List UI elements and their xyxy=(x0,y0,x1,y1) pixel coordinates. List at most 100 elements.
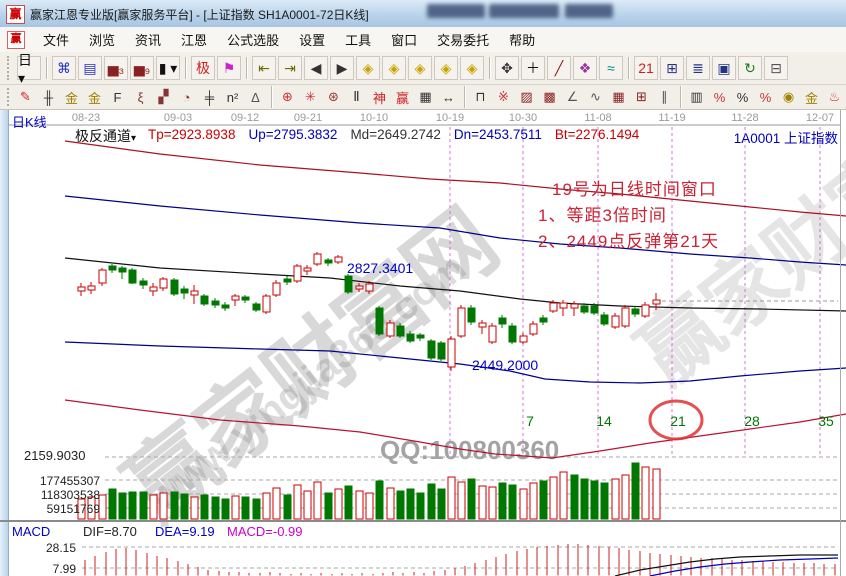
menu-item-1[interactable]: 浏览 xyxy=(79,27,125,52)
calculator-button[interactable]: ⊞ xyxy=(660,56,684,80)
stats-tool[interactable]: ▥ xyxy=(686,87,707,107)
percent-flag-tool[interactable]: % xyxy=(709,87,730,107)
refresh-button[interactable]: ↻ xyxy=(738,56,762,80)
report-button[interactable]: ≣ xyxy=(686,56,710,80)
starburst-tool[interactable]: ✳ xyxy=(300,87,321,107)
gold-line-tool[interactable]: 金 xyxy=(801,87,822,107)
kline-chart[interactable] xyxy=(0,110,846,576)
n2-tool[interactable]: n² xyxy=(222,87,243,107)
toolbar-drag-handle-2[interactable] xyxy=(7,88,11,106)
segment-tool-button[interactable]: ╱ xyxy=(547,56,571,80)
frame-grid-tool[interactable]: ⊞ xyxy=(631,87,652,107)
app-icon: 赢 xyxy=(6,5,25,24)
diamond-expand-button[interactable]: ◈ xyxy=(408,56,432,80)
gate-tool[interactable]: ⊓ xyxy=(470,87,491,107)
gold-grid-2-tool[interactable]: 金 xyxy=(84,87,105,107)
spiral-tool[interactable]: ξ xyxy=(130,87,151,107)
menu-item-6[interactable]: 工具 xyxy=(335,27,381,52)
jump-last-button[interactable]: ⇥ xyxy=(278,56,302,80)
frame-tool[interactable]: ▦ xyxy=(415,87,436,107)
redacted-text-blob xyxy=(427,4,485,18)
pencil-tool[interactable]: ✎ xyxy=(15,87,36,107)
diamond-center-button[interactable]: ◈ xyxy=(460,56,484,80)
gann-grid-tool[interactable]: ╫ xyxy=(38,87,59,107)
diamond-next-button[interactable]: ◈ xyxy=(382,56,406,80)
menu-item-4[interactable]: 公式选股 xyxy=(217,27,289,52)
step-back-button[interactable]: ◀ xyxy=(304,56,328,80)
toolbar-separator xyxy=(246,57,247,79)
window-right-border xyxy=(840,110,841,576)
annotation-line-1: 19号为日线时间窗口 xyxy=(552,175,717,200)
clock-tool[interactable]: ◔ xyxy=(176,87,197,107)
percent-tool[interactable]: % xyxy=(732,87,753,107)
line-manager-button[interactable]: ≈ xyxy=(599,56,623,80)
gold-circle-tool[interactable]: ◉ xyxy=(778,87,799,107)
candle-style-button[interactable]: ▮ ▾ xyxy=(156,56,180,80)
toolbar-separator xyxy=(271,86,272,108)
menu-item-7[interactable]: 窗口 xyxy=(381,27,427,52)
hydrant-tool[interactable]: ♨ xyxy=(824,87,845,107)
dense-grid-tool[interactable]: ▦ xyxy=(608,87,629,107)
diamond-compress-button[interactable]: ◈ xyxy=(434,56,458,80)
jump-first-button[interactable]: ⇤ xyxy=(252,56,276,80)
indicator-label[interactable]: 极反通道▾ xyxy=(75,126,136,146)
volume-scale-label: 118303538 xyxy=(22,488,100,502)
compass-tool[interactable]: ⊕ xyxy=(277,87,298,107)
crosshair-tool-button[interactable]: ＋ xyxy=(521,56,545,80)
date-tick-label: 11-08 xyxy=(580,112,616,124)
menu-item-0[interactable]: 文件 xyxy=(33,27,79,52)
jifan-channel-button[interactable]: 极 xyxy=(191,56,215,80)
vee-tool[interactable]: ∿ xyxy=(585,87,606,107)
bars-9-icon[interactable]: ▅₉ xyxy=(130,56,154,80)
redacted-text-blob xyxy=(489,4,559,18)
flag-tool-button[interactable]: ⚑ xyxy=(217,56,241,80)
menu-item-3[interactable]: 江恩 xyxy=(171,27,217,52)
period-day-button[interactable]: 日 ▾ xyxy=(17,56,41,80)
hatch-box-tool[interactable]: ▨ xyxy=(516,87,537,107)
indicator-dropdown-icon[interactable]: ▾ xyxy=(131,133,136,144)
save-button[interactable]: ▣ xyxy=(712,56,736,80)
rays-tool[interactable]: ※ xyxy=(493,87,514,107)
winner-logo-icon[interactable]: ⌘ xyxy=(52,56,76,80)
info-board-icon[interactable]: ▤ xyxy=(78,56,102,80)
macd-readout-3: MACD=-0.99 xyxy=(227,524,303,539)
date-tick-label: 09-03 xyxy=(160,112,196,124)
bars-3-icon[interactable]: ▅₃ xyxy=(104,56,128,80)
macd-readout-2: DEA=9.19 xyxy=(155,524,215,539)
angle-tool[interactable]: Δ xyxy=(245,87,266,107)
calendar-button[interactable]: 21 xyxy=(634,56,658,80)
net-box-tool[interactable]: ▩ xyxy=(539,87,560,107)
gann-shape-button[interactable]: ❖ xyxy=(573,56,597,80)
menu-item-5[interactable]: 设置 xyxy=(289,27,335,52)
symbol-label: 1A0001 上证指数 xyxy=(734,127,838,147)
date-tick-label: 10-10 xyxy=(356,112,392,124)
parallel-tool[interactable]: ∥ xyxy=(654,87,675,107)
web-tool[interactable]: ⊛ xyxy=(323,87,344,107)
gold-grid-1-tool[interactable]: 金 xyxy=(61,87,82,107)
diamond-prev-button[interactable]: ◈ xyxy=(356,56,380,80)
shen-tool[interactable]: 神 xyxy=(369,87,390,107)
period-label: 日K线 xyxy=(12,112,47,131)
ying-tool[interactable]: 赢 xyxy=(392,87,413,107)
width-tool[interactable]: ↔ xyxy=(438,87,459,107)
menu-item-9[interactable]: 帮助 xyxy=(499,27,545,52)
date-tick-label: 09-21 xyxy=(290,112,326,124)
fib-tool[interactable]: F xyxy=(107,87,128,107)
menu-item-2[interactable]: 资讯 xyxy=(125,27,171,52)
pause-tool[interactable]: Ⅱ xyxy=(346,87,367,107)
angle-lines-tool[interactable]: ∠ xyxy=(562,87,583,107)
menu-item-8[interactable]: 交易委托 xyxy=(427,27,499,52)
menu-items: 文件浏览资讯江恩公式选股设置工具窗口交易委托帮助 xyxy=(33,27,545,52)
title-bar[interactable]: 赢 赢家江恩专业版[赢家服务平台] - [上证指数 SH1A0001-72日K线… xyxy=(0,0,846,28)
trade-cart-button[interactable]: ⊟ xyxy=(764,56,788,80)
channel-params: Tp=2923.8938Up=2795.3832Md=2649.2742Dn=2… xyxy=(148,127,639,142)
toolbar-separator xyxy=(628,57,629,79)
hand-tool-button[interactable]: ✥ xyxy=(495,56,519,80)
stamp-tool[interactable]: ▞ xyxy=(153,87,174,107)
window-title: 赢家江恩专业版[赢家服务平台] - [上证指数 SH1A0001-72日K线] xyxy=(30,6,369,23)
ruler-tool[interactable]: ╪ xyxy=(199,87,220,107)
percent-line-tool[interactable]: % xyxy=(755,87,776,107)
step-forward-button[interactable]: ▶ xyxy=(330,56,354,80)
chart-area: 赢家财富网 www.yingjia360.com 赢家财富网 QQ:100800… xyxy=(0,110,846,576)
toolbar-drag-handle[interactable] xyxy=(7,56,13,80)
